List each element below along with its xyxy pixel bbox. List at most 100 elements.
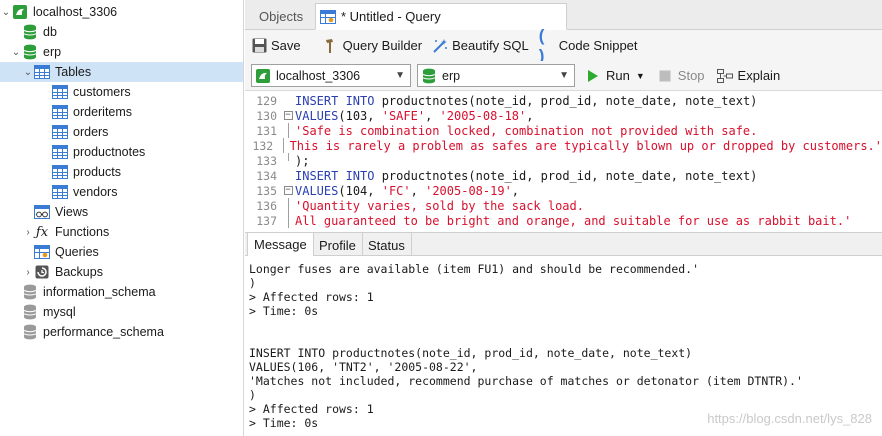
code-line: 132 This is rarely a problem as safes ar… [245,138,882,153]
tree-label: localhost_3306 [33,5,118,19]
run-button[interactable]: Run ▼ [585,68,645,84]
expand-arrow-icon[interactable]: › [22,262,34,282]
code-snippet-button[interactable]: ( ) Code Snippet [538,25,638,65]
code-line: 135 − VALUES(104, 'FC', '2005-08-19', [245,183,882,198]
tab-label: * Untitled - Query [341,9,441,24]
line-number: 134 [256,168,277,183]
code-snippet-label: Code Snippet [558,38,638,53]
message-line: INSERT INTO productnotes(note_id, prod_i… [249,346,693,360]
message-line: VALUES(106, 'TNT2', '2005-08-22', [249,360,478,374]
tree-db-erp[interactable]: ⌄ erp [0,42,243,62]
chevron-down-icon[interactable]: ▼ [636,71,645,81]
table-icon [52,84,68,100]
code-line: 137 All guaranteed to be bright and oran… [245,213,882,228]
tree-backups[interactable]: › Backups [0,262,243,282]
sql-text: ( [338,108,346,123]
expand-arrow-icon[interactable] [22,242,34,262]
tree-label: Views [55,205,89,219]
connection-select[interactable]: localhost_3306 ▼ [251,64,411,87]
table-icon [52,164,68,180]
tree-label: performance_schema [43,325,164,339]
expand-arrow-icon[interactable] [10,22,22,42]
fold-minus-icon[interactable]: − [281,108,295,123]
tree-db-db[interactable]: db [0,22,243,42]
tab-query[interactable]: * Untitled - Query [315,3,567,30]
query-builder-icon [323,38,339,54]
tree-table-customers[interactable]: customers [0,82,243,102]
database-icon [421,68,437,84]
stop-button[interactable]: Stop [657,68,705,84]
collapse-arrow-icon[interactable]: ⌄ [0,2,12,22]
tree-tables[interactable]: ⌄ Tables [0,62,243,82]
collapse-arrow-icon[interactable]: ⌄ [10,42,22,62]
backup-icon [34,264,50,280]
message-line: Longer fuses are available (item FU1) an… [249,262,700,276]
magic-wand-icon [432,38,448,54]
tree-label: Queries [55,245,99,259]
code-line: 136 'Quantity varies, sold by the sack l… [245,198,882,213]
code-line: 134 INSERT INTO productnotes(note_id, pr… [245,168,882,183]
tab-objects[interactable]: Objects [249,3,313,30]
sql-text: productnotes(note_id, prod_id, note_date… [374,93,758,108]
collapse-arrow-icon[interactable]: ⌄ [22,62,34,82]
function-icon: ƒx [35,224,49,240]
message-line: > Time: 0s [249,304,319,318]
tree-functions[interactable]: › ƒx Functions [0,222,243,242]
tree-label: db [43,25,57,39]
tree-views[interactable]: Views [0,202,243,222]
beautify-sql-label: Beautify SQL [452,38,529,53]
play-icon [585,68,601,84]
tab-profile[interactable]: Profile [313,233,363,257]
tree-db-mysql[interactable]: mysql [0,302,243,322]
tab-status[interactable]: Status [362,233,412,257]
chevron-down-icon: ▼ [395,70,405,81]
tree-table-vendors[interactable]: vendors [0,182,243,202]
query-builder-button[interactable]: Query Builder [323,34,422,58]
save-button[interactable]: Save [251,34,301,58]
code-line: 129 INSERT INTO productnotes(note_id, pr… [245,93,882,108]
beautify-sql-button[interactable]: Beautify SQL [432,34,529,58]
sql-text: , [410,183,426,198]
code-snippet-icon: ( ) [538,25,545,65]
code-line: 131 'Safe is combination locked, combina… [245,123,882,138]
tree-label: orderitems [73,105,133,119]
tree-db-information-schema[interactable]: information_schema [0,282,243,302]
tab-label: Message [254,237,307,252]
code-line: 130 − VALUES(103, 'SAFE', '2005-08-18', [245,108,882,123]
line-number: 135 [256,183,277,198]
tab-label: Objects [259,9,304,24]
explain-button[interactable]: Explain [716,68,781,84]
expand-arrow-icon[interactable]: › [22,222,34,242]
line-number: 132 [252,138,274,153]
message-output[interactable]: Longer fuses are available (item FU1) an… [245,256,882,436]
tree-db-performance-schema[interactable]: performance_schema [0,322,243,342]
message-line: 'Matches not included, recommend purchas… [249,374,803,388]
explain-label: Explain [737,68,781,83]
tab-message[interactable]: Message [247,232,314,257]
expand-arrow-icon[interactable] [22,202,34,222]
run-label: Run [606,68,630,83]
sql-editor[interactable]: 129 INSERT INTO productnotes(note_id, pr… [245,92,882,230]
tree-table-products[interactable]: products [0,162,243,182]
line-number: 137 [256,213,277,228]
stop-icon [657,68,673,84]
database-icon [22,284,38,300]
sql-text: ); [295,153,310,168]
tables-icon [34,64,50,80]
database-icon [22,304,38,320]
tree-table-orders[interactable]: orders [0,122,243,142]
fold-minus-icon[interactable]: − [281,183,295,198]
tree-connection-localhost[interactable]: ⌄ localhost_3306 [0,2,243,22]
sql-text: , [511,183,520,198]
tree-queries[interactable]: Queries [0,242,243,262]
tab-label: Profile [319,237,356,253]
sql-keyword: VALUES [295,183,339,198]
sql-number: 103 [345,108,368,123]
tree-label: Backups [55,265,103,279]
line-number: 136 [256,198,277,213]
connection-bar: localhost_3306 ▼ erp ▼ Run ▼ Stop Explai… [245,61,882,91]
tree-table-orderitems[interactable]: orderitems [0,102,243,122]
tree-table-productnotes[interactable]: productnotes [0,142,243,162]
tab-bar: Objects * Untitled - Query [245,0,882,30]
database-select[interactable]: erp ▼ [417,64,575,87]
